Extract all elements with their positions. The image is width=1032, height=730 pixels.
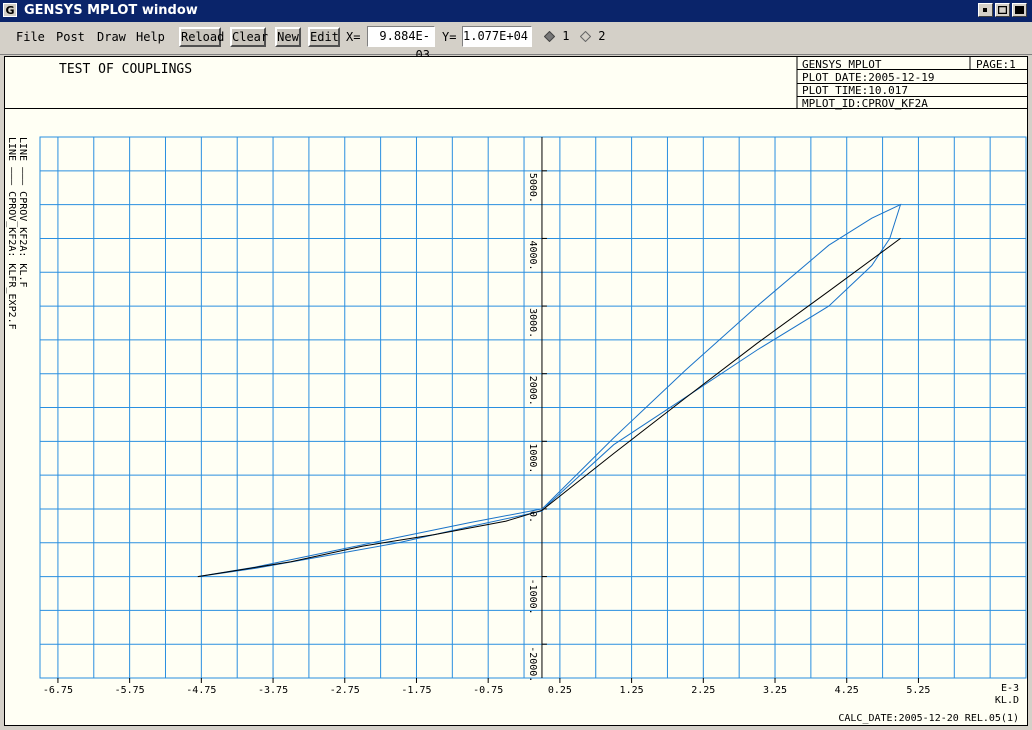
- menu-draw[interactable]: Draw: [97, 30, 126, 44]
- menu-help[interactable]: Help: [136, 30, 165, 44]
- y-tick-label: 3000.: [527, 308, 538, 338]
- x-tick-label: 5.25: [906, 685, 930, 696]
- x-label: X=: [346, 30, 361, 44]
- app-icon[interactable]: G: [3, 3, 17, 17]
- toolbar: File Post Draw Help Reload Clear New Edi…: [0, 22, 1032, 62]
- data-series: [197, 203, 902, 578]
- radio-diamond-icon: [579, 30, 592, 43]
- x-tick-label: -4.75: [186, 685, 216, 696]
- reload-button[interactable]: Reload: [179, 27, 224, 47]
- close-button[interactable]: [1012, 3, 1027, 17]
- series-line-2: [197, 203, 902, 578]
- x-tick-label: -2.75: [330, 685, 360, 696]
- plot-date: PLOT_DATE:2005-12-19: [802, 71, 934, 84]
- legend-entry-1: LINE ——— CPROV_KF2A: KL.F: [17, 137, 28, 288]
- y-label: Y=: [442, 30, 457, 44]
- legend: LINE ——— CPROV_KF2A: KL.F LINE ——— CPROV…: [6, 137, 28, 330]
- radio-2-label: 2: [598, 29, 606, 43]
- x-field[interactable]: 9.884E-03: [367, 26, 435, 62]
- y-tick-label: 4000.: [527, 240, 538, 270]
- x-tick-label: 1.25: [620, 685, 644, 696]
- x-tick-label: -1.75: [401, 685, 431, 696]
- radio-2[interactable]: 2: [579, 29, 606, 43]
- x-tick-label: -5.75: [115, 685, 145, 696]
- minimize-button[interactable]: [978, 3, 993, 17]
- y-tick-label: 5000.: [527, 173, 538, 203]
- x-tick-label: -0.75: [473, 685, 503, 696]
- x-tick-label: 0.25: [548, 685, 572, 696]
- page-title: TEST OF COUPLINGS: [59, 62, 192, 77]
- maximize-icon: [998, 6, 1007, 14]
- window-title: GENSYS MPLOT window: [24, 3, 198, 18]
- y-tick-label: -2000.: [527, 646, 538, 682]
- x-scale-label: E-3: [1001, 683, 1019, 694]
- legend-entry-2: LINE ——— CPROV_KF2A: KLFR_EXP2.F: [6, 137, 17, 330]
- maximize-button[interactable]: [995, 3, 1010, 17]
- calc-date: CALC_DATE:2005-12-20 REL.05(1): [838, 713, 1019, 724]
- tick-labels: -6.75 -5.75 -4.75 -3.75 -2.75 -1.75 -0.75 0.25 1…: [43, 137, 930, 696]
- x-tick-label: 3.25: [763, 685, 787, 696]
- x-tick-label: 2.25: [691, 685, 715, 696]
- x-tick-label: -6.75: [43, 685, 73, 696]
- mplot-id: MPLOT_ID:CPROV_KF2A: [802, 97, 928, 110]
- plot-canvas[interactable]: TEST OF COUPLINGS GENSYS MPLOT PAGE:1 PL…: [4, 56, 1028, 726]
- title-bar[interactable]: G GENSYS MPLOT window: [0, 0, 1032, 22]
- y-tick-label: 1000.: [527, 443, 538, 473]
- clear-button[interactable]: Clear: [230, 27, 268, 47]
- x-tick-label: -3.75: [258, 685, 288, 696]
- close-icon: [1015, 6, 1024, 14]
- edit-button[interactable]: Edit: [308, 27, 340, 47]
- minimize-icon: [983, 8, 987, 12]
- radio-diamond-icon: [543, 30, 556, 43]
- radio-1[interactable]: 1: [543, 29, 570, 43]
- y-tick-label: 2000.: [527, 376, 538, 406]
- plot-time: PLOT_TIME:10.017: [802, 84, 908, 97]
- y-tick-label: -1000.: [527, 579, 538, 615]
- x-axis-label: KL.D: [995, 695, 1019, 706]
- new-button[interactable]: New: [275, 27, 301, 47]
- radio-1-label: 1: [562, 29, 570, 43]
- plot-svg: TEST OF COUPLINGS GENSYS MPLOT PAGE:1 PL…: [5, 57, 1027, 724]
- menu-file[interactable]: File: [16, 30, 45, 44]
- y-field[interactable]: 1.077E+04: [462, 26, 532, 47]
- menu-post[interactable]: Post: [56, 30, 85, 44]
- x-tick-label: 4.25: [835, 685, 859, 696]
- program-name: GENSYS MPLOT: [802, 58, 882, 71]
- page-number: PAGE:1: [976, 58, 1016, 71]
